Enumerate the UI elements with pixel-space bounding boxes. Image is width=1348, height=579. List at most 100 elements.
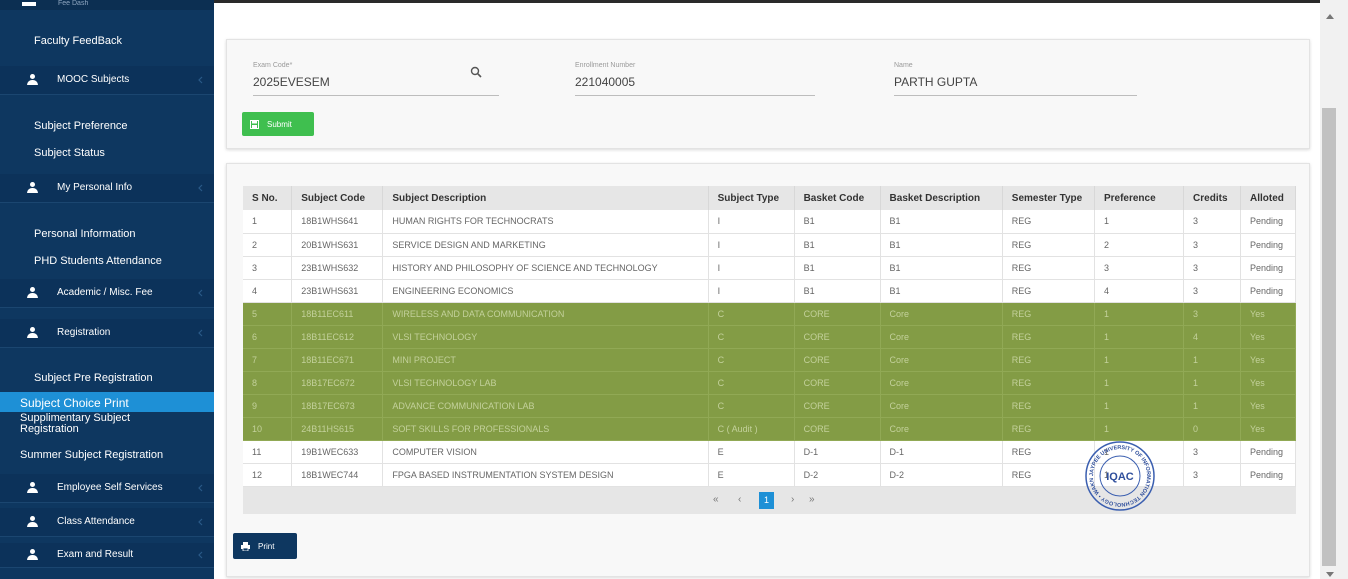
user-icon	[27, 182, 38, 194]
table-cell-code: 20B1WHS631	[291, 233, 384, 257]
table-cell-basket-code: B1	[794, 233, 881, 257]
sidebar-item-10[interactable]: Subject Choice Print	[20, 396, 129, 410]
table-cell-s-no: 2	[243, 233, 293, 257]
table-cell-desc: ENGINEERING ECONOMICS	[382, 279, 709, 303]
sidebar-divider	[0, 347, 214, 348]
table-cell-sem: REG	[1002, 440, 1095, 464]
table-cell-s-no: 12	[243, 463, 293, 487]
table-cell-desc: WIRELESS AND DATA COMMUNICATION	[382, 302, 709, 326]
sidebar-divider	[0, 94, 214, 95]
first-page-button[interactable]: «	[713, 494, 719, 505]
table-cell-basket-desc: Core	[880, 325, 1003, 349]
sidebar-section-7[interactable]: Academic / Misc. Fee	[0, 279, 214, 307]
table-cell-code: 24B11HS615	[291, 417, 384, 441]
sidebar-section-13[interactable]: Employee Self Services	[0, 474, 214, 502]
table-row: 6 18B11EC612 VLSI TECHNOLOGY C CORE Core REG 1 4…	[243, 325, 1296, 349]
sidebar-section-15[interactable]: Exam and Result	[0, 543, 214, 567]
chevron-left-icon	[198, 518, 203, 526]
table-cell-desc: COMPUTER VISION	[382, 440, 709, 464]
table-cell-sem: REG	[1002, 371, 1095, 395]
table-cell-s-no: 3	[243, 256, 293, 280]
table-cell-s-no: 5	[243, 302, 293, 326]
scroll-down-arrow-icon[interactable]	[1326, 572, 1334, 577]
table-cell-pref: 1	[1094, 210, 1185, 234]
table-cell-alloted: Yes	[1240, 348, 1296, 372]
table-row: 10 24B11HS615 SOFT SKILLS FOR PROFESSIONAL…	[243, 417, 1296, 441]
exam-code-value[interactable]: 2025EVESEM	[253, 75, 330, 89]
table-cell-sem: REG	[1002, 463, 1095, 487]
menu-bar-icon	[22, 2, 36, 6]
column-header: Subject Code	[291, 186, 384, 210]
submit-button[interactable]: Submit	[242, 112, 314, 136]
table-cell-code: 18B11EC671	[291, 348, 384, 372]
sidebar-item-3[interactable]: Subject Status	[34, 147, 105, 159]
name-label: Name	[894, 62, 913, 69]
sidebar-section-8[interactable]: Registration	[0, 319, 214, 347]
table-cell-credits: 0	[1183, 417, 1242, 441]
table-cell-s-no: 4	[243, 279, 293, 303]
table-cell-desc: ADVANCE COMMUNICATION LAB	[382, 394, 709, 418]
exam-code-field[interactable]: Exam Code* 2025EVESEM	[253, 62, 499, 96]
sidebar-item-9[interactable]: Subject Pre Registration	[34, 372, 153, 384]
chevron-left-icon	[198, 551, 203, 559]
sidebar-divider	[0, 567, 214, 568]
table-cell-type: C ( Audit )	[708, 417, 795, 441]
search-icon[interactable]	[470, 66, 482, 78]
sidebar-item-6[interactable]: PHD Students Attendance	[34, 255, 162, 267]
svg-text:IQAC: IQAC	[1106, 471, 1134, 483]
table-cell-pref: 1	[1094, 348, 1185, 372]
table-cell-basket-code: B1	[794, 256, 881, 280]
table-cell-alloted: Pending	[1240, 279, 1296, 303]
next-page-button[interactable]: ›	[791, 494, 794, 505]
scroll-thumb[interactable]	[1322, 108, 1336, 566]
sidebar-section-label: Class Attendance	[57, 516, 135, 527]
chevron-left-icon	[198, 76, 203, 84]
table-cell-basket-desc: B1	[880, 279, 1003, 303]
scroll-up-arrow-icon[interactable]	[1326, 14, 1334, 19]
user-icon	[27, 327, 38, 339]
table-cell-basket-code: CORE	[794, 302, 881, 326]
sidebar-section-1[interactable]: MOOC Subjects	[0, 66, 214, 94]
enrollment-value: 221040005	[575, 75, 636, 89]
table-cell-credits: 3	[1183, 279, 1242, 303]
chevron-left-icon	[198, 484, 203, 492]
page-1-button[interactable]: 1	[759, 492, 774, 509]
table-cell-type: E	[708, 463, 795, 487]
table-cell-s-no: 1	[243, 210, 293, 234]
print-icon	[241, 541, 250, 551]
table-cell-type: C	[708, 348, 795, 372]
user-icon	[27, 482, 38, 494]
prev-page-button[interactable]: ‹	[738, 494, 741, 505]
save-icon	[250, 119, 259, 129]
table-cell-basket-desc: Core	[880, 302, 1003, 326]
table-cell-credits: 1	[1183, 348, 1242, 372]
sidebar-section-4[interactable]: My Personal Info	[0, 174, 214, 202]
table-cell-code: 19B1WEC633	[291, 440, 384, 464]
table-cell-credits: 3	[1183, 210, 1242, 234]
sidebar-item-11[interactable]: Supplimentary Subject Registration	[20, 413, 180, 435]
enrollment-field: Enrollment Number 221040005	[575, 62, 815, 96]
table-cell-basket-code: B1	[794, 279, 881, 303]
sidebar-item-2[interactable]: Subject Preference	[34, 120, 128, 132]
column-header: Credits	[1183, 186, 1242, 210]
table-cell-basket-desc: B1	[880, 233, 1003, 257]
table-cell-type: C	[708, 302, 795, 326]
top-strip	[214, 0, 1334, 16]
sidebar-item-5[interactable]: Personal Information	[34, 228, 136, 240]
last-page-button[interactable]: »	[809, 494, 815, 505]
table-cell-sem: REG	[1002, 302, 1095, 326]
user-icon	[27, 516, 38, 528]
table-cell-alloted: Pending	[1240, 463, 1296, 487]
table-cell-pref: 1	[1094, 325, 1185, 349]
table-cell-pref: 1	[1094, 371, 1185, 395]
sidebar-top-partial: Fee Dash	[0, 0, 214, 10]
sidebar-section-label: My Personal Info	[57, 182, 133, 193]
sidebar-item-0[interactable]: Faculty FeedBack	[34, 35, 122, 47]
table-row: 4 23B1WHS631 ENGINEERING ECONOMICS I B1 B1 REG…	[243, 279, 1296, 303]
print-button[interactable]: Print	[233, 533, 297, 559]
table-cell-basket-code: CORE	[794, 325, 881, 349]
sidebar-section-label: Exam and Result	[57, 549, 134, 560]
sidebar-item-12[interactable]: Summer Subject Registration	[20, 449, 163, 461]
sidebar-section-14[interactable]: Class Attendance	[0, 508, 214, 536]
submit-label: Submit	[267, 119, 292, 129]
